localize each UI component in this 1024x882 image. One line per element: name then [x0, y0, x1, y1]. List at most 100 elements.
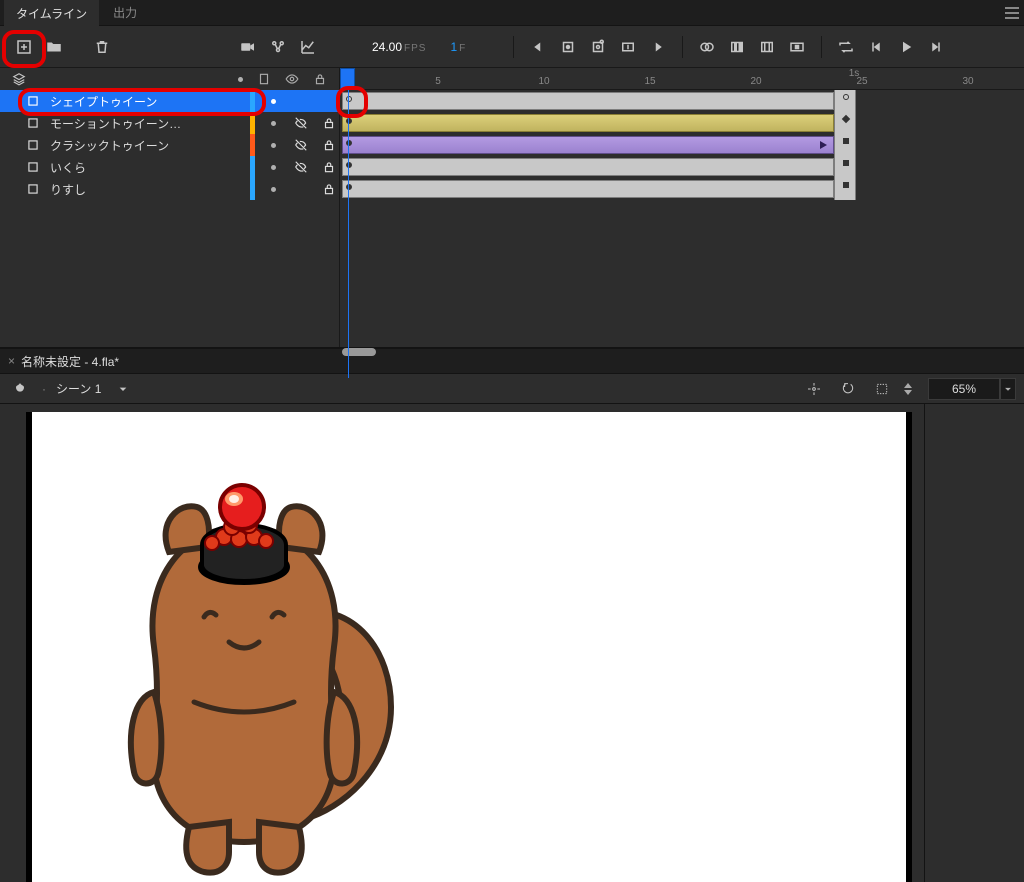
layer-depth-button[interactable] — [266, 35, 290, 59]
go-last-frame-button[interactable] — [646, 35, 670, 59]
timeline-tab[interactable]: タイムライン — [4, 0, 99, 27]
scene-dropdown-icon[interactable] — [111, 377, 135, 401]
layer-row[interactable]: モーショントゥイーン… — [0, 112, 339, 134]
zoom-dropdown-button[interactable] — [1000, 378, 1016, 400]
layer-name: シェイプトゥイーン — [50, 93, 242, 110]
layer-lock-toggle[interactable] — [319, 182, 339, 196]
layer-highlight-toggle[interactable] — [263, 165, 283, 170]
timeline-clip[interactable] — [342, 114, 834, 132]
layer-name: りすし — [50, 181, 242, 198]
insert-keyframe-button[interactable] — [556, 35, 580, 59]
zoom-stepper[interactable] — [904, 383, 912, 395]
outline-column-icon[interactable] — [257, 72, 271, 86]
folder-button[interactable] — [42, 35, 66, 59]
fps-display[interactable]: 24.00FPS — [372, 40, 426, 54]
onion-skin-button[interactable] — [695, 35, 719, 59]
keyframe-icon[interactable] — [346, 118, 352, 124]
layer-list: シェイプトゥイーンモーショントゥイーン…クラシックトゥイーンいくらりすし — [0, 90, 339, 347]
ruler-frame-mark: 20 — [750, 76, 761, 87]
playhead-line — [348, 90, 349, 378]
marker-button[interactable] — [755, 35, 779, 59]
layer-row[interactable]: シェイプトゥイーン — [0, 90, 339, 112]
loop-button[interactable] — [834, 35, 858, 59]
highlight-column-icon[interactable] — [238, 77, 243, 82]
keyframe-icon[interactable] — [346, 184, 352, 190]
track-row[interactable] — [340, 90, 1024, 112]
play-button[interactable] — [894, 35, 918, 59]
step-forward-button[interactable] — [924, 35, 948, 59]
layer-row[interactable]: りすし — [0, 178, 339, 200]
timeline-ruler[interactable]: 1s51015202530 — [340, 68, 1024, 90]
step-back-button[interactable] — [864, 35, 888, 59]
layer-view-mode-icon[interactable] — [8, 67, 30, 91]
graph-button[interactable] — [296, 35, 320, 59]
layer-panel-header — [0, 68, 339, 90]
layer-highlight-toggle[interactable] — [263, 143, 283, 148]
center-stage-icon[interactable] — [802, 377, 826, 401]
stage-artwork-squirrel[interactable] — [84, 467, 404, 882]
playhead-handle[interactable] — [340, 68, 355, 90]
ruler-frame-mark: 5 — [435, 76, 441, 87]
keyframe-icon[interactable] — [346, 162, 352, 168]
timeline-toolbar: 24.00FPS 1F — [0, 26, 1024, 68]
fps-value: 24.00 — [372, 40, 402, 54]
layer-lock-toggle[interactable] — [319, 138, 339, 152]
layer-color-swatch[interactable] — [250, 134, 255, 156]
track-row[interactable] — [340, 156, 1024, 178]
visibility-column-icon[interactable] — [285, 72, 299, 86]
track-row[interactable] — [340, 134, 1024, 156]
layer-highlight-toggle[interactable] — [263, 187, 283, 192]
panel-menu-icon[interactable] — [1000, 1, 1024, 25]
layer-visibility-toggle[interactable] — [291, 160, 311, 174]
end-frame-column[interactable] — [834, 90, 856, 200]
layer-lock-toggle[interactable] — [319, 116, 339, 130]
layer-color-swatch[interactable] — [250, 156, 255, 178]
output-tab[interactable]: 出力 — [101, 0, 149, 26]
layer-visibility-toggle[interactable] — [291, 138, 311, 152]
timeline-clip[interactable] — [342, 158, 834, 176]
timeline-clip[interactable] — [342, 136, 834, 154]
lock-column-icon[interactable] — [313, 72, 327, 86]
timeline-clip[interactable] — [342, 180, 834, 198]
layer-color-swatch[interactable] — [250, 112, 255, 134]
track-row[interactable] — [340, 178, 1024, 200]
layer-visibility-toggle[interactable] — [291, 116, 311, 130]
layer-type-icon — [26, 182, 42, 196]
scene-label[interactable]: シーン 1 — [56, 380, 101, 397]
document-title[interactable]: 名称未設定 - 4.fla* — [21, 353, 119, 370]
layer-color-swatch[interactable] — [250, 90, 255, 112]
keyframe-icon[interactable] — [346, 96, 352, 102]
stage-canvas[interactable] — [26, 412, 906, 882]
go-first-frame-button[interactable] — [526, 35, 550, 59]
layer-highlight-toggle[interactable] — [263, 99, 283, 104]
timeline-clip[interactable] — [342, 92, 834, 110]
layer-highlight-toggle[interactable] — [263, 121, 283, 126]
track-row[interactable] — [340, 112, 1024, 134]
layer-color-swatch[interactable] — [250, 178, 255, 200]
trash-button[interactable] — [90, 35, 114, 59]
scene-bar: · シーン 1 65% — [0, 373, 1024, 404]
edit-multiple-frames-button[interactable] — [725, 35, 749, 59]
layer-name: いくら — [50, 159, 242, 176]
layer-type-icon — [26, 160, 42, 174]
layer-type-icon — [26, 94, 42, 108]
insert-frame-button[interactable] — [616, 35, 640, 59]
tween-arrow-icon — [820, 141, 827, 149]
add-layer-button[interactable] — [12, 35, 36, 59]
camera-button[interactable] — [236, 35, 260, 59]
edit-scene-icon[interactable] — [8, 377, 32, 401]
track-panel: 1s51015202530 — [340, 68, 1024, 347]
current-frame-display[interactable]: 1F — [450, 40, 465, 54]
layer-row[interactable]: いくら — [0, 156, 339, 178]
keyframe-icon[interactable] — [346, 140, 352, 146]
ruler-frame-mark: 25 — [856, 76, 867, 87]
insert-blank-keyframe-button[interactable] — [586, 35, 610, 59]
clip-stage-icon[interactable] — [870, 377, 894, 401]
close-document-button[interactable]: × — [8, 354, 15, 368]
timeline-tracks[interactable] — [340, 90, 1024, 347]
rotate-stage-icon[interactable] — [836, 377, 860, 401]
center-frame-button[interactable] — [785, 35, 809, 59]
layer-lock-toggle[interactable] — [319, 160, 339, 174]
layer-row[interactable]: クラシックトゥイーン — [0, 134, 339, 156]
zoom-value-field[interactable]: 65% — [928, 378, 1000, 400]
